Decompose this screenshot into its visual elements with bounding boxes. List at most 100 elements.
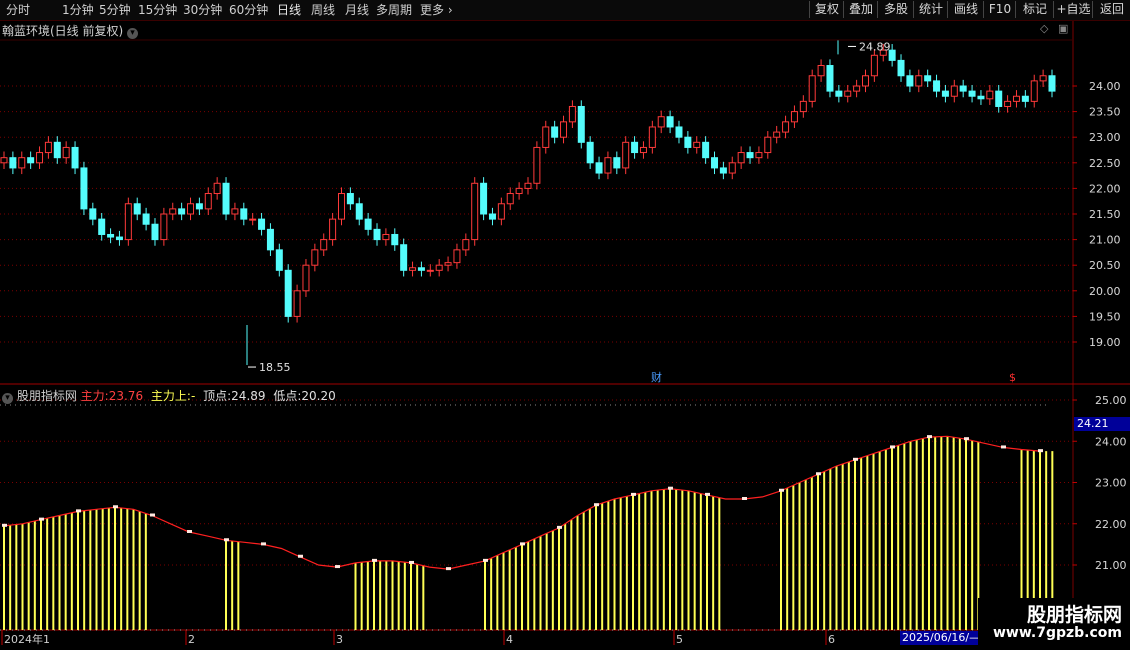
panel-controls: ◇ ▣ <box>1040 22 1068 35</box>
candle-body <box>657 116 665 128</box>
candle-body <box>595 162 603 174</box>
candle-body <box>471 182 479 241</box>
candle-body <box>115 236 123 241</box>
toolbar-button-7[interactable]: +自选 <box>1053 1 1093 18</box>
main-line-marker <box>1001 445 1006 449</box>
cursor-date-tag: 2025/06/16/— <box>900 631 978 645</box>
candle-body <box>746 152 754 159</box>
main-up-value: - <box>190 389 196 403</box>
candle-body <box>417 267 425 271</box>
toolbar-button-3[interactable]: 统计 <box>913 1 948 18</box>
main-line-marker <box>261 542 266 546</box>
candle-body <box>808 75 816 102</box>
x-tick-label: 4 <box>506 633 513 646</box>
candle-body <box>293 290 301 317</box>
main-line-marker <box>187 530 192 533</box>
candle-body <box>364 218 372 230</box>
candle-body <box>622 141 630 169</box>
main-line-marker <box>298 554 303 558</box>
price-tick-label: 23.50 <box>1089 106 1121 119</box>
candle-body <box>693 141 701 148</box>
diamond-icon[interactable]: ◇ <box>1040 22 1048 35</box>
candle-body <box>1004 100 1012 107</box>
indicator-tick-label: 23.00 <box>1095 477 1127 490</box>
candle-body <box>1021 95 1029 102</box>
period-tab-4[interactable]: 30分钟 <box>183 2 222 18</box>
candle-body <box>604 157 612 174</box>
indicator-header: ▾ 股朋指标网 主力:23.76 主力上:- 顶点:24.89 低点:20.20 <box>2 387 336 404</box>
main-line-marker <box>483 558 488 562</box>
candle-body <box>631 141 639 154</box>
candle-body <box>711 157 719 169</box>
candle-body <box>577 105 585 143</box>
candle-body <box>426 269 434 272</box>
toolbar-button-8[interactable]: 返回 <box>1092 1 1130 18</box>
price-tick-label: 22.00 <box>1089 182 1121 195</box>
price-tick-label: 24.00 <box>1089 80 1121 93</box>
candle-body <box>826 65 834 92</box>
period-tab-8[interactable]: 月线 <box>345 2 369 18</box>
marker-dollar: $ <box>1009 371 1016 384</box>
main-line-marker <box>224 538 229 542</box>
period-tab-5[interactable]: 60分钟 <box>229 2 268 18</box>
period-tab-7[interactable]: 周线 <box>311 2 335 18</box>
candle-body <box>444 262 452 266</box>
candle-body <box>98 218 106 235</box>
candle-body <box>249 218 257 221</box>
candle-body <box>0 157 8 164</box>
candle-body <box>266 228 274 251</box>
candle-body <box>648 126 656 148</box>
low-label: 18.55 <box>259 361 291 374</box>
candle-body <box>551 126 559 138</box>
candle-body <box>27 157 35 164</box>
candle-body <box>773 131 781 138</box>
main-line-marker <box>557 525 562 529</box>
toolbar-button-5[interactable]: F10 <box>983 1 1016 18</box>
candle-body <box>178 208 186 215</box>
toolbar-button-6[interactable]: 标记 <box>1015 1 1054 18</box>
main-line-marker <box>594 503 599 507</box>
candle-body <box>542 126 550 148</box>
price-tick-label: 21.00 <box>1089 234 1121 247</box>
candle-body <box>613 157 621 169</box>
period-tab-1[interactable]: 1分钟 <box>62 2 94 18</box>
candle-body <box>799 100 807 113</box>
candle-body <box>1048 75 1056 92</box>
window-icon[interactable]: ▣ <box>1058 22 1068 35</box>
candle-body <box>453 249 461 264</box>
candle-body <box>968 90 976 97</box>
watermark-url: www.7gpzb.com <box>992 625 1122 641</box>
period-tab-0[interactable]: 分时 <box>6 2 30 18</box>
candle-body <box>728 162 736 174</box>
candle-body <box>62 146 70 159</box>
toolbar: 分时 1分钟 5分钟 15分钟 30分钟 60分钟 日线 周线 月线 多周期 更多 › 复权 叠加 多股统… <box>0 0 1130 21</box>
chevron-down-icon[interactable]: ▾ <box>2 393 13 404</box>
toolbar-button-2[interactable]: 多股 <box>877 1 914 18</box>
toolbar-button-0[interactable]: 复权 <box>809 1 844 18</box>
period-tab-9[interactable]: 多周期 <box>376 2 412 18</box>
toolbar-button-1[interactable]: 叠加 <box>843 1 878 18</box>
candle-body <box>169 208 177 215</box>
x-tick-label: 3 <box>336 633 343 646</box>
period-tab-10[interactable]: 更多 › <box>420 2 453 18</box>
candle-body <box>160 213 168 241</box>
candle-body <box>560 121 568 138</box>
candle-body <box>80 167 88 210</box>
candle-body <box>107 233 115 238</box>
chevron-down-icon[interactable]: ▾ <box>127 28 139 39</box>
period-tab-2[interactable]: 5分钟 <box>99 2 131 18</box>
candle-body <box>906 75 914 87</box>
watermark-name: 股朋指标网 <box>1026 604 1122 626</box>
x-tick-label: 5 <box>676 633 683 646</box>
toolbar-button-4[interactable]: 画线 <box>947 1 984 18</box>
candle-body <box>195 203 203 210</box>
candle-body <box>36 152 44 164</box>
period-tab-6[interactable]: 日线 <box>277 2 301 18</box>
candle-body <box>409 267 417 271</box>
candle-body <box>480 182 488 215</box>
main-line-marker <box>816 472 821 476</box>
indicator-tick-label: 21.00 <box>1095 559 1127 572</box>
candle-body <box>44 141 52 154</box>
candle-body <box>497 203 505 220</box>
period-tab-3[interactable]: 15分钟 <box>138 2 177 18</box>
